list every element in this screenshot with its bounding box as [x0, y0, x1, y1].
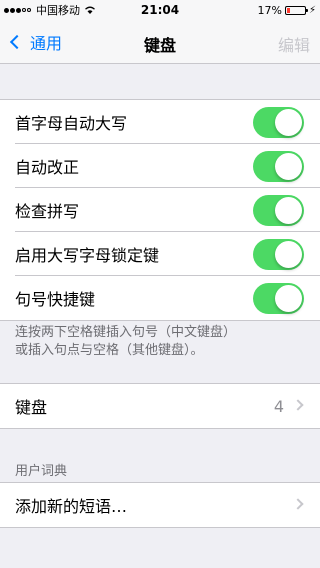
- toggle-row-period-shortcut: 句号快捷键: [0, 276, 320, 320]
- footer-note-line2: 或插入句点与空格（其他键盘）。: [15, 343, 204, 358]
- status-bar: 中国移动 21:04 17% ⚡: [0, 0, 320, 20]
- auto-correction-toggle[interactable]: [253, 151, 304, 182]
- chevron-right-icon: [292, 498, 304, 510]
- caps-lock-toggle[interactable]: [253, 239, 304, 270]
- user-dictionary-group: 添加新的短语…: [0, 482, 320, 528]
- toggle-row-check-spelling: 检查拼写: [0, 188, 320, 232]
- keyboards-group: 键盘 4: [0, 383, 320, 429]
- toggle-row-auto-capitalization: 首字母自动大写: [0, 100, 320, 144]
- keyboard-options-group: 首字母自动大写 自动改正 检查拼写 启用大写字母锁定键 句号快捷键: [0, 99, 320, 321]
- toggle-label: 启用大写字母锁定键: [15, 246, 160, 265]
- toggle-label: 自动改正: [15, 158, 80, 177]
- auto-capitalization-toggle[interactable]: [253, 107, 304, 138]
- add-phrase-label: 添加新的短语…: [15, 497, 128, 516]
- check-spelling-toggle[interactable]: [253, 195, 304, 226]
- period-shortcut-footer-note: 连按两下空格键插入句号（中文键盘） 或插入句点与空格（其他键盘）。: [15, 324, 305, 360]
- add-phrase-row[interactable]: 添加新的短语…: [0, 483, 320, 527]
- navigation-bar: 通用 键盘 编辑: [0, 20, 320, 64]
- chevron-right-icon: [292, 399, 304, 411]
- edit-button[interactable]: 编辑: [278, 32, 310, 56]
- toggle-label: 首字母自动大写: [15, 114, 128, 133]
- battery-percent: 17%: [257, 3, 282, 17]
- battery-level-fill: [286, 7, 290, 13]
- keyboards-row[interactable]: 键盘 4: [0, 384, 320, 428]
- charging-bolt-icon: ⚡: [308, 4, 316, 16]
- footer-note-line1: 连按两下空格键插入句号（中文键盘）: [15, 325, 237, 340]
- toggle-label: 检查拼写: [15, 202, 80, 221]
- user-dictionary-header: 用户词典: [15, 464, 68, 479]
- toggle-row-caps-lock: 启用大写字母锁定键: [0, 232, 320, 276]
- page-title: 键盘: [143, 36, 176, 55]
- toggle-row-auto-correction: 自动改正: [0, 144, 320, 188]
- period-shortcut-toggle[interactable]: [253, 283, 304, 314]
- keyboards-count: 4: [273, 397, 284, 416]
- toggle-label: 句号快捷键: [15, 290, 96, 309]
- battery-icon: [284, 5, 308, 15]
- status-right: 17% ⚡: [258, 3, 316, 17]
- keyboards-label: 键盘: [15, 398, 48, 417]
